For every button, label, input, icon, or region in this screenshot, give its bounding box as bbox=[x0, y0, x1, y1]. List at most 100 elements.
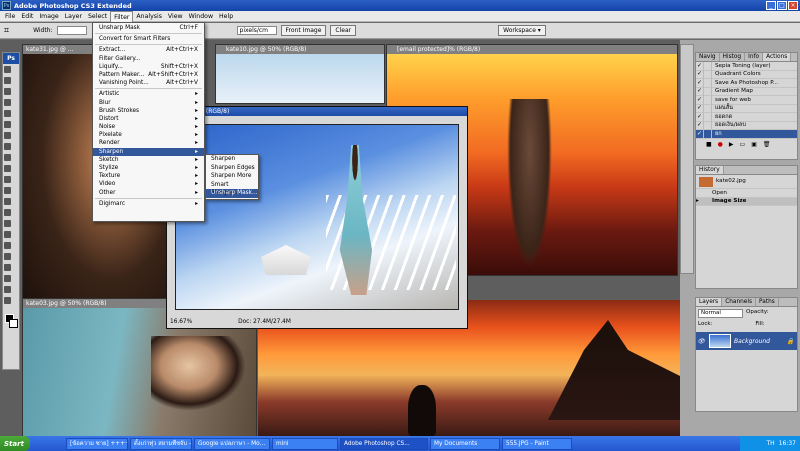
menu-item-sketch[interactable]: Sketch ▸ bbox=[93, 156, 204, 164]
notes-tool-icon[interactable] bbox=[4, 264, 11, 271]
active-document-window[interactable]: @ 16.7% (RGB/8) 16.67% Doc: 27.4M/27.4M bbox=[166, 106, 468, 329]
task-button[interactable]: ดั้งเก่าทุ่ว สยามพืชจับ - ... bbox=[130, 437, 192, 450]
play-icon[interactable]: ▶ bbox=[729, 141, 734, 148]
task-button[interactable]: 555.JPG - Paint bbox=[502, 437, 572, 450]
crop-tool-icon[interactable]: ⌗ bbox=[4, 26, 9, 36]
language-indicator[interactable]: TH bbox=[767, 440, 775, 447]
tab-paths[interactable]: Paths bbox=[756, 298, 779, 306]
menu-window[interactable]: Window bbox=[186, 11, 216, 22]
clear-button[interactable]: Clear bbox=[330, 25, 357, 36]
menu-item-render[interactable]: Render ▸ bbox=[93, 139, 204, 147]
tab-navigator[interactable]: Navig bbox=[696, 53, 720, 61]
menu-item-pattern-maker[interactable]: Pattern Maker... Alt+Shift+Ctrl+X bbox=[93, 71, 204, 79]
document-window-kate10[interactable]: kate10.jpg @ 50% (RGB/8) bbox=[215, 44, 385, 104]
menu-item-distort[interactable]: Distort ▸ bbox=[93, 115, 204, 123]
action-item[interactable]: ✓ ยก bbox=[696, 129, 797, 139]
task-button[interactable]: Google แปลภาษา - Mo... bbox=[194, 437, 270, 450]
submenu-item-smart-sharpen[interactable]: Smart Sharpen... bbox=[206, 181, 258, 197]
close-icon[interactable]: × bbox=[788, 1, 798, 10]
menu-view[interactable]: View bbox=[165, 11, 186, 22]
stop-icon[interactable]: ■ bbox=[706, 141, 712, 148]
menu-item-vanishing-point[interactable]: Vanishing Point... Alt+Ctrl+V bbox=[93, 79, 204, 87]
pen-tool-icon[interactable] bbox=[4, 220, 11, 227]
submenu-item-sharpen-edges[interactable]: Sharpen Edges bbox=[206, 164, 258, 173]
task-button[interactable]: [ข้อความ ซาย] ++++... bbox=[66, 437, 128, 450]
minimize-icon[interactable]: _ bbox=[766, 1, 776, 10]
blend-mode-select[interactable]: Normal bbox=[698, 309, 743, 318]
task-button[interactable]: mini bbox=[272, 437, 338, 450]
menu-item-sharpen[interactable]: Sharpen ▸ bbox=[93, 147, 204, 156]
new-set-icon[interactable]: ▭ bbox=[740, 141, 746, 148]
trash-icon[interactable]: 🗑 bbox=[763, 141, 771, 148]
shape-tool-icon[interactable] bbox=[4, 253, 11, 260]
new-action-icon[interactable]: ▣ bbox=[751, 141, 757, 148]
start-button[interactable]: Start bbox=[0, 436, 30, 451]
front-image-button[interactable]: Front Image bbox=[280, 25, 327, 36]
lasso-tool-icon[interactable] bbox=[4, 88, 11, 95]
menu-analysis[interactable]: Analysis bbox=[133, 11, 165, 22]
tab-layers[interactable]: Layers bbox=[696, 298, 723, 306]
workspace-button[interactable]: Workspace ▾ bbox=[498, 25, 546, 36]
menu-file[interactable]: File bbox=[2, 11, 18, 22]
record-icon[interactable]: ● bbox=[718, 141, 723, 148]
blur-tool-icon[interactable] bbox=[4, 198, 11, 205]
tab-history[interactable]: History bbox=[696, 166, 724, 174]
type-tool-icon[interactable] bbox=[4, 231, 11, 238]
menu-item-stylize[interactable]: Stylize ▸ bbox=[93, 164, 204, 172]
layer-row-background[interactable]: 👁 Background 🔒 bbox=[696, 332, 797, 350]
magic-wand-tool-icon[interactable] bbox=[4, 99, 11, 106]
eye-icon[interactable]: 👁 bbox=[696, 338, 706, 345]
resolution-unit-select[interactable]: pixels/cm bbox=[236, 26, 277, 35]
eraser-tool-icon[interactable] bbox=[4, 176, 11, 183]
history-brush-icon[interactable] bbox=[4, 165, 11, 172]
menu-edit[interactable]: Edit bbox=[18, 11, 36, 22]
zoom-level[interactable]: 16.67% bbox=[170, 318, 192, 327]
menu-item-liquify[interactable]: Liquify... Shift+Ctrl+X bbox=[93, 63, 204, 71]
menu-select[interactable]: Select bbox=[85, 11, 110, 22]
menu-help[interactable]: Help bbox=[216, 11, 236, 22]
history-state-image-size[interactable]: ▸ Image Size bbox=[696, 197, 797, 206]
menu-layer[interactable]: Layer bbox=[62, 11, 85, 22]
path-select-icon[interactable] bbox=[4, 242, 11, 249]
tab-channels[interactable]: Channels bbox=[722, 298, 757, 306]
history-snapshot[interactable]: kate02.jpg bbox=[696, 175, 797, 189]
menu-item-digimarc[interactable]: Digimarc ▸ bbox=[93, 200, 204, 208]
zoom-tool-icon[interactable] bbox=[4, 297, 11, 304]
menu-item-last-filter[interactable]: Unsharp Mask Ctrl+F bbox=[93, 24, 204, 32]
background-color-swatch[interactable] bbox=[9, 319, 18, 328]
menu-item-extract[interactable]: Extract... Alt+Ctrl+X bbox=[93, 46, 204, 54]
tab-info[interactable]: Info bbox=[745, 53, 764, 61]
dodge-tool-icon[interactable] bbox=[4, 209, 11, 216]
menu-item-pixelate[interactable]: Pixelate ▸ bbox=[93, 131, 204, 139]
menu-item-filter-gallery[interactable]: Filter Gallery... bbox=[93, 55, 204, 63]
hand-tool-icon[interactable] bbox=[4, 286, 11, 293]
gradient-tool-icon[interactable] bbox=[4, 187, 11, 194]
menu-filter[interactable]: Filter bbox=[110, 10, 134, 22]
submenu-item-sharpen-more[interactable]: Sharpen More bbox=[206, 172, 258, 181]
tab-histogram[interactable]: Histog bbox=[720, 53, 746, 61]
submenu-item-unsharp-mask[interactable]: Unsharp Mask... bbox=[206, 189, 258, 198]
healing-brush-icon[interactable] bbox=[4, 132, 11, 139]
menu-item-brush-strokes[interactable]: Brush Strokes ▸ bbox=[93, 107, 204, 115]
eyedropper-icon[interactable] bbox=[4, 275, 11, 282]
brush-tool-icon[interactable] bbox=[4, 143, 11, 150]
crop-tool-icon[interactable] bbox=[4, 110, 11, 117]
menu-item-other[interactable]: Other ▸ bbox=[93, 189, 204, 197]
width-field[interactable] bbox=[56, 26, 87, 35]
menu-item-convert-smart[interactable]: Convert for Smart Filters bbox=[93, 35, 204, 43]
menu-item-blur[interactable]: Blur ▸ bbox=[93, 99, 204, 107]
tab-actions[interactable]: Actions bbox=[763, 53, 792, 61]
task-button[interactable]: My Documents bbox=[430, 437, 500, 450]
menu-item-noise[interactable]: Noise ▸ bbox=[93, 123, 204, 131]
task-button[interactable]: Adobe Photoshop CS... bbox=[340, 437, 428, 450]
menu-image[interactable]: Image bbox=[36, 11, 61, 22]
menu-item-video[interactable]: Video ▸ bbox=[93, 180, 204, 188]
menu-item-artistic[interactable]: Artistic ▸ bbox=[93, 90, 204, 98]
clone-stamp-icon[interactable] bbox=[4, 154, 11, 161]
maximize-icon[interactable]: □ bbox=[777, 1, 787, 10]
slice-tool-icon[interactable] bbox=[4, 121, 11, 128]
submenu-item-sharpen[interactable]: Sharpen bbox=[206, 155, 258, 164]
menu-item-texture[interactable]: Texture ▸ bbox=[93, 172, 204, 180]
move-tool-icon[interactable] bbox=[4, 66, 11, 73]
marquee-tool-icon[interactable] bbox=[4, 77, 11, 84]
